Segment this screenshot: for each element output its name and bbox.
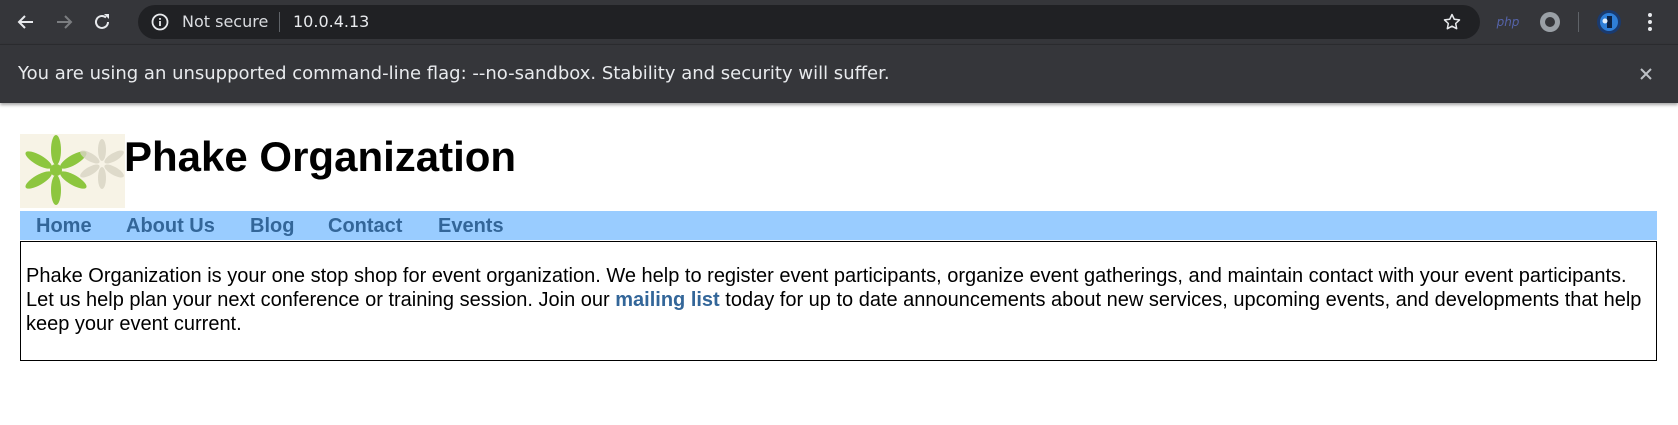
profile-avatar-icon[interactable] [1595, 8, 1623, 36]
reload-icon[interactable] [88, 8, 116, 36]
unsupported-flag-infobar: You are using an unsupported command-lin… [0, 44, 1678, 103]
intro-paragraph: Phake Organization is your one stop shop… [26, 264, 1646, 336]
nav-events[interactable]: Events [438, 214, 504, 238]
forward-arrow-icon[interactable] [50, 8, 78, 36]
address-divider [279, 12, 280, 32]
mailing-list-link[interactable]: mailing list [615, 289, 719, 311]
star-icon[interactable] [1438, 8, 1466, 36]
back-arrow-icon[interactable] [12, 8, 40, 36]
content-box: Phake Organization is your one stop shop… [20, 241, 1657, 361]
security-status-label: Not secure [182, 12, 269, 31]
nav-blog[interactable]: Blog [250, 214, 294, 238]
browser-toolbar: Not secure 10.0.4.13 php [0, 0, 1678, 44]
record-extension-icon[interactable] [1536, 8, 1564, 36]
site-logo [20, 134, 125, 208]
close-icon[interactable] [1634, 62, 1658, 86]
main-nav: Home About Us Blog Contact Events [20, 211, 1657, 240]
nav-about-us[interactable]: About Us [126, 214, 215, 238]
nav-contact[interactable]: Contact [328, 214, 402, 238]
infobar-message: You are using an unsupported command-lin… [18, 63, 890, 84]
address-bar[interactable]: Not secure 10.0.4.13 [138, 5, 1480, 39]
php-extension-icon[interactable]: php [1494, 8, 1522, 36]
url-text[interactable]: 10.0.4.13 [293, 12, 369, 32]
info-icon[interactable] [150, 12, 170, 32]
page-title: Phake Organization [124, 133, 517, 180]
more-menu-icon[interactable] [1636, 8, 1664, 36]
toolbar-divider [1578, 12, 1579, 32]
nav-home[interactable]: Home [36, 214, 92, 238]
